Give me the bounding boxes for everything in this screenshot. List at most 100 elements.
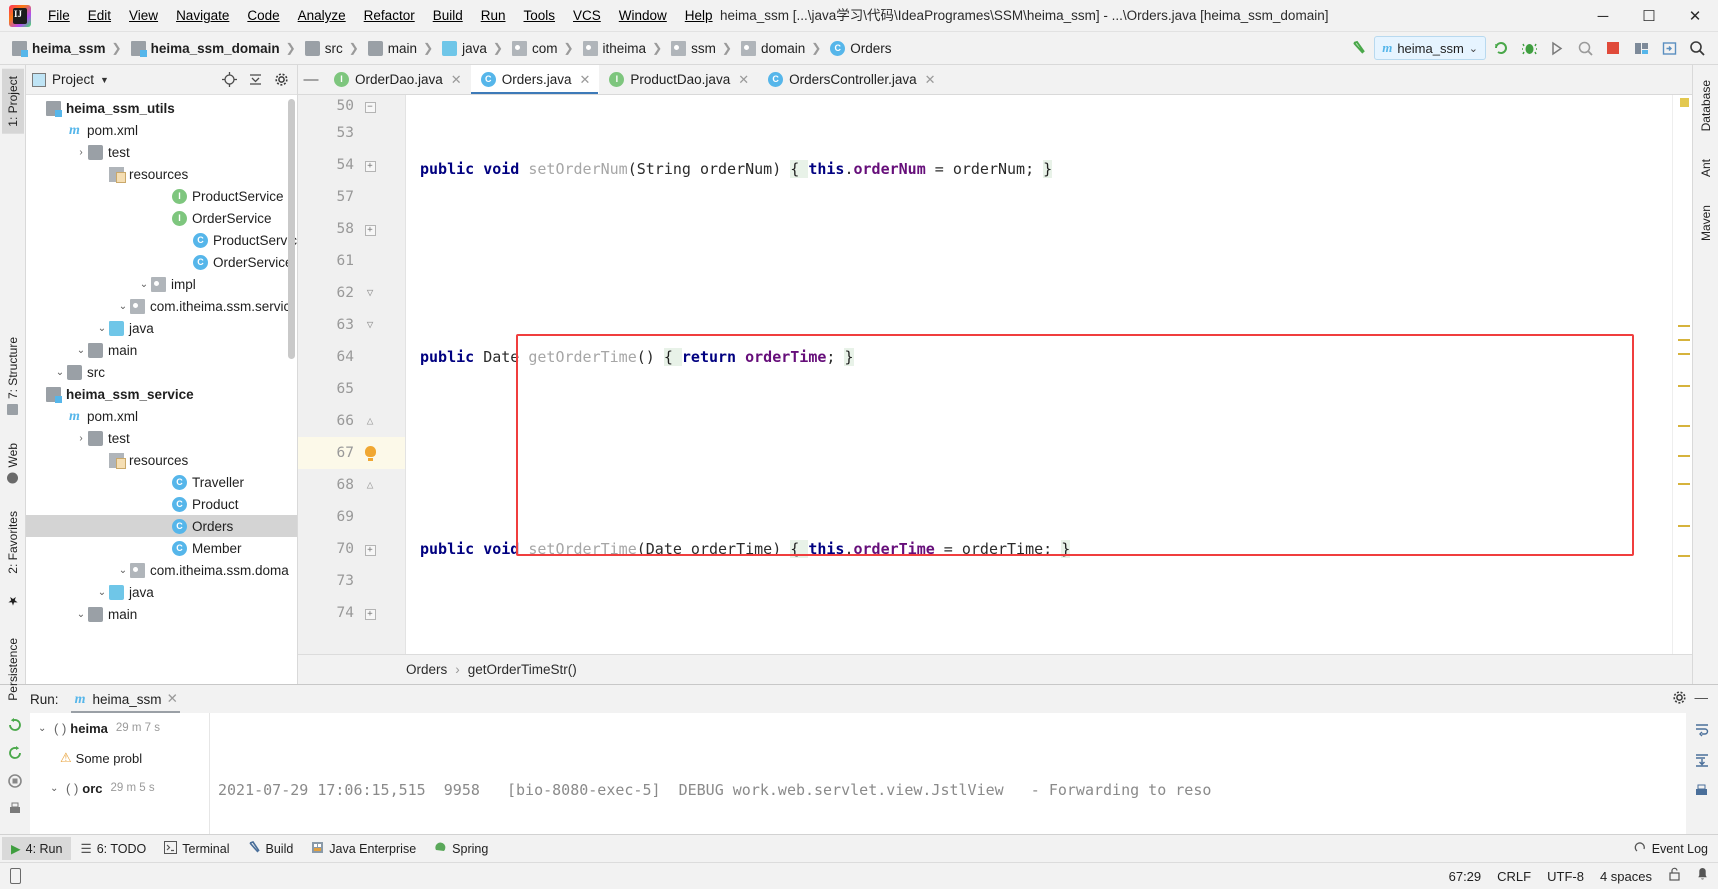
menu-refactor[interactable]: Refactor	[355, 3, 424, 28]
run-test-tree[interactable]: ⌄ ( ) heima 29 m 7 s ⚠ Some probl ⌄ ( ) …	[30, 713, 210, 834]
close-icon[interactable]: ✕	[579, 72, 590, 88]
gear-icon[interactable]	[271, 70, 291, 90]
run-tree-row[interactable]: ⌄ ( ) orc 29 m 5 s	[30, 773, 209, 803]
project-tree-item-java[interactable]: ⌄ java	[26, 317, 297, 339]
menu-code[interactable]: Code	[238, 3, 288, 28]
twisty-icon[interactable]: ⌄	[53, 367, 67, 378]
tool-tab-structure[interactable]: 7: Structure	[2, 330, 24, 422]
gear-icon[interactable]	[1672, 690, 1687, 708]
twisty-icon[interactable]: ⌄	[116, 565, 130, 576]
project-tree-item-main[interactable]: ⌄ main	[26, 339, 297, 361]
minimize-button[interactable]: ─	[1580, 0, 1626, 32]
close-icon[interactable]: ✕	[925, 72, 936, 88]
tool-tab-persistence[interactable]: Persistence	[2, 631, 24, 708]
tool-window-run[interactable]: ▶ 4: Run	[2, 837, 72, 860]
tool-tab-project[interactable]: 1: Project	[1, 69, 24, 134]
project-tree-item-test[interactable]: › test	[26, 141, 297, 163]
notifications-icon[interactable]	[1697, 867, 1708, 885]
breadcrumb-domain[interactable]: domain ❯	[737, 40, 826, 57]
profile-button[interactable]	[1572, 36, 1598, 60]
project-tree-item-com-itheima-ssm-servic[interactable]: ⌄ com.itheima.ssm.servic	[26, 295, 297, 317]
breadcrumb-main[interactable]: main ❯	[364, 40, 438, 57]
editor-tab-orders[interactable]: C Orders.java ✕	[470, 65, 600, 94]
favorites-star-icon[interactable]: ★	[2, 587, 24, 615]
inspection-status-icon[interactable]	[1680, 98, 1689, 107]
print-icon[interactable]	[7, 801, 23, 820]
breadcrumb-heima-ssm[interactable]: heima_ssm ❯	[8, 40, 127, 57]
project-tree-item-java[interactable]: ⌄ java	[26, 581, 297, 603]
fold-icon[interactable]: +	[364, 545, 376, 556]
breadcrumb-itheima[interactable]: itheima ❯	[579, 40, 668, 57]
menu-view[interactable]: View	[120, 3, 167, 28]
debug-button[interactable]	[1516, 36, 1542, 60]
breadcrumb-method[interactable]: getOrderTimeStr()	[468, 662, 577, 677]
collapse-all-icon[interactable]	[245, 70, 265, 90]
tool-window-terminal[interactable]: Terminal	[155, 837, 238, 861]
project-structure-button[interactable]	[1628, 36, 1654, 60]
project-tree-item-heima-ssm-service[interactable]: heima_ssm_service	[26, 383, 297, 405]
breadcrumb-orders[interactable]: C Orders	[826, 40, 893, 57]
close-icon[interactable]: ✕	[451, 72, 462, 88]
editor-gutter[interactable]: 50− 53 54 + 57 58 + 61 62 ▽ 63 ▽ 64 65 66 △ 6…	[298, 95, 406, 654]
editor-analysis-strip[interactable]	[1672, 95, 1692, 654]
tool-window-todo[interactable]: ☰ 6: TODO	[71, 837, 155, 860]
restart-icon[interactable]	[7, 745, 23, 764]
breadcrumb-com[interactable]: com ❯	[508, 40, 579, 57]
twisty-icon[interactable]: ›	[74, 433, 88, 444]
project-tree-item-test[interactable]: › test	[26, 427, 297, 449]
editor-tab-orderscontroller[interactable]: C OrdersController.java ✕	[758, 65, 944, 94]
window-controls[interactable]: ─ ☐ ✕	[1580, 0, 1718, 31]
locate-icon[interactable]	[219, 70, 239, 90]
fold-icon[interactable]: +	[364, 161, 376, 172]
chevron-down-icon[interactable]: ▼	[100, 75, 109, 85]
tool-window-build[interactable]: Build	[239, 837, 303, 861]
event-log-area[interactable]: Event Log	[1634, 841, 1718, 857]
run-console-output[interactable]: 2021-07-29 17:06:15,515 9958 [bio-8080-e…	[210, 713, 1686, 834]
project-tree-item-impl[interactable]: ⌄ impl	[26, 273, 297, 295]
menu-file[interactable]: File	[39, 3, 79, 28]
run-tab-heima-ssm[interactable]: m heima_ssm ✕	[67, 688, 184, 713]
scroll-to-end-icon[interactable]	[1694, 752, 1710, 771]
twisty-icon[interactable]: ⌄	[95, 587, 109, 598]
update-project-button[interactable]	[1656, 36, 1682, 60]
stop-icon[interactable]	[7, 773, 23, 792]
project-tree-item-product[interactable]: C Product	[26, 493, 297, 515]
fold-icon[interactable]: −	[364, 102, 376, 113]
fold-icon[interactable]: +	[364, 225, 376, 236]
close-icon[interactable]: ✕	[167, 691, 178, 707]
project-tree-item-pom-xml[interactable]: m pom.xml	[26, 119, 297, 141]
breadcrumb-class[interactable]: Orders	[406, 662, 447, 677]
fold-icon[interactable]: +	[364, 609, 376, 620]
fold-region-icon[interactable]: △	[360, 469, 380, 501]
twisty-icon[interactable]: ⌄	[74, 609, 88, 620]
close-icon[interactable]: ✕	[738, 72, 749, 88]
run-tree-row[interactable]: ⚠ Some probl	[30, 743, 209, 773]
tool-tab-database[interactable]: Database	[1695, 73, 1717, 138]
tool-tab-ant[interactable]: Ant	[1695, 152, 1717, 184]
menu-analyze[interactable]: Analyze	[289, 3, 355, 28]
twisty-icon[interactable]: ⌄	[116, 301, 130, 312]
project-tree-item-orders[interactable]: C Orders	[26, 515, 297, 537]
tool-window-spring[interactable]: Spring	[425, 837, 497, 861]
run-tree-row[interactable]: ⌄ ( ) heima 29 m 7 s	[30, 713, 209, 743]
run-with-coverage-button[interactable]	[1544, 36, 1570, 60]
build-hammer-icon[interactable]	[1346, 36, 1372, 60]
twisty-icon[interactable]: ⌄	[38, 723, 50, 734]
project-tree-item-pom-xml[interactable]: m pom.xml	[26, 405, 297, 427]
line-separator[interactable]: CRLF	[1497, 869, 1531, 884]
indent-setting[interactable]: 4 spaces	[1600, 869, 1652, 884]
print-console-icon[interactable]	[1694, 783, 1710, 802]
stop-button[interactable]	[1600, 36, 1626, 60]
menu-run[interactable]: Run	[472, 3, 515, 28]
breadcrumb-java[interactable]: java ❯	[438, 40, 508, 57]
project-tree-item-orderservice[interactable]: I OrderService	[26, 207, 297, 229]
tool-tab-favorites[interactable]: 2: Favorites	[2, 504, 24, 581]
menu-vcs[interactable]: VCS	[564, 3, 610, 28]
soft-wrap-icon[interactable]	[1694, 721, 1710, 740]
run-button[interactable]	[1488, 36, 1514, 60]
project-tree-item-orderserviceimp[interactable]: C OrderServiceImp	[26, 251, 297, 273]
project-tree-item-resources[interactable]: resources	[26, 163, 297, 185]
menu-window[interactable]: Window	[610, 3, 676, 28]
editor-tab-productdao[interactable]: I ProductDao.java ✕	[599, 65, 758, 94]
editor-tab-orderdao[interactable]: I OrderDao.java ✕	[324, 65, 471, 94]
